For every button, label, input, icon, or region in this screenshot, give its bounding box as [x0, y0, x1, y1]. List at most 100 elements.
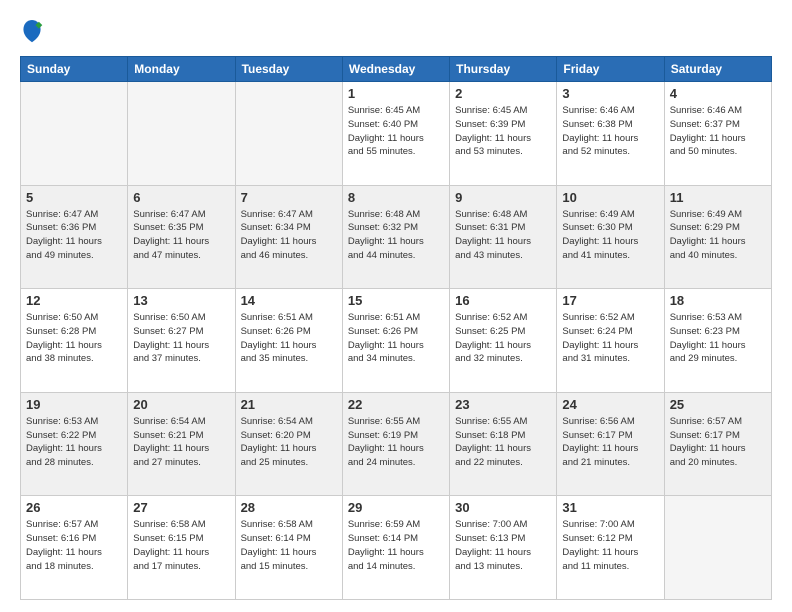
calendar-header-saturday: Saturday [664, 57, 771, 82]
calendar-cell: 13 Sunrise: 6:50 AM Sunset: 6:27 PM Dayli… [128, 289, 235, 393]
day-number: 27 [133, 500, 229, 515]
calendar-cell: 25Sunrise: 6:57 AM Sunset: 6:17 PM Dayli… [664, 392, 771, 496]
calendar-header-sunday: Sunday [21, 57, 128, 82]
calendar-header-monday: Monday [128, 57, 235, 82]
day-number: 10 [562, 190, 658, 205]
day-info: Sunrise: 6:50 AM Sunset: 6:28 PM Dayligh… [26, 311, 122, 366]
calendar-cell: 6 Sunrise: 6:47 AM Sunset: 6:35 PM Daylig… [128, 185, 235, 289]
day-number: 3 [562, 86, 658, 101]
day-number: 22 [348, 397, 444, 412]
day-info: Sunrise: 6:52 AM Sunset: 6:25 PM Dayligh… [455, 311, 551, 366]
day-info: Sunrise: 6:59 AM Sunset: 6:14 PM Dayligh… [348, 518, 444, 573]
day-number: 24 [562, 397, 658, 412]
calendar-cell: 9Sunrise: 6:48 AM Sunset: 6:31 PM Daylig… [450, 185, 557, 289]
calendar-cell: 18 Sunrise: 6:53 AM Sunset: 6:23 PM Dayli… [664, 289, 771, 393]
day-info: Sunrise: 6:51 AM Sunset: 6:26 PM Dayligh… [241, 311, 337, 366]
day-number: 18 [670, 293, 766, 308]
day-number: 31 [562, 500, 658, 515]
day-info: Sunrise: 6:57 AM Sunset: 6:16 PM Dayligh… [26, 518, 122, 573]
calendar-cell: 24 Sunrise: 6:56 AM Sunset: 6:17 PM Dayli… [557, 392, 664, 496]
day-number: 30 [455, 500, 551, 515]
page: SundayMondayTuesdayWednesdayThursdayFrid… [0, 0, 792, 612]
day-number: 26 [26, 500, 122, 515]
calendar-cell: 1 Sunrise: 6:45 AM Sunset: 6:40 PM Daylig… [342, 82, 449, 186]
calendar-cell: 31Sunrise: 7:00 AM Sunset: 6:12 PM Dayli… [557, 496, 664, 600]
day-info: Sunrise: 6:50 AM Sunset: 6:27 PM Dayligh… [133, 311, 229, 366]
calendar-cell: 8 Sunrise: 6:48 AM Sunset: 6:32 PM Daylig… [342, 185, 449, 289]
day-info: Sunrise: 6:52 AM Sunset: 6:24 PM Dayligh… [562, 311, 658, 366]
day-info: Sunrise: 6:49 AM Sunset: 6:29 PM Dayligh… [670, 208, 766, 263]
day-info: Sunrise: 6:47 AM Sunset: 6:34 PM Dayligh… [241, 208, 337, 263]
calendar-cell: 30 Sunrise: 7:00 AM Sunset: 6:13 PM Dayli… [450, 496, 557, 600]
day-info: Sunrise: 6:47 AM Sunset: 6:36 PM Dayligh… [26, 208, 122, 263]
day-info: Sunrise: 6:46 AM Sunset: 6:37 PM Dayligh… [670, 104, 766, 159]
day-number: 23 [455, 397, 551, 412]
calendar-cell: 14 Sunrise: 6:51 AM Sunset: 6:26 PM Dayli… [235, 289, 342, 393]
calendar-header-row: SundayMondayTuesdayWednesdayThursdayFrid… [21, 57, 772, 82]
calendar-week-4: 19Sunrise: 6:53 AM Sunset: 6:22 PM Dayli… [21, 392, 772, 496]
calendar-cell: 17 Sunrise: 6:52 AM Sunset: 6:24 PM Dayli… [557, 289, 664, 393]
day-number: 14 [241, 293, 337, 308]
day-number: 1 [348, 86, 444, 101]
day-info: Sunrise: 6:53 AM Sunset: 6:23 PM Dayligh… [670, 311, 766, 366]
calendar-cell: 28 Sunrise: 6:58 AM Sunset: 6:14 PM Dayli… [235, 496, 342, 600]
day-number: 9 [455, 190, 551, 205]
calendar-cell: 12 Sunrise: 6:50 AM Sunset: 6:28 PM Dayli… [21, 289, 128, 393]
calendar-cell [235, 82, 342, 186]
day-info: Sunrise: 6:54 AM Sunset: 6:21 PM Dayligh… [133, 415, 229, 470]
day-number: 2 [455, 86, 551, 101]
calendar-week-2: 5Sunrise: 6:47 AM Sunset: 6:36 PM Daylig… [21, 185, 772, 289]
day-number: 20 [133, 397, 229, 412]
logo-icon [20, 18, 44, 46]
calendar-cell: 5Sunrise: 6:47 AM Sunset: 6:36 PM Daylig… [21, 185, 128, 289]
calendar-cell: 3 Sunrise: 6:46 AM Sunset: 6:38 PM Daylig… [557, 82, 664, 186]
day-info: Sunrise: 6:55 AM Sunset: 6:19 PM Dayligh… [348, 415, 444, 470]
day-number: 28 [241, 500, 337, 515]
day-number: 15 [348, 293, 444, 308]
day-number: 12 [26, 293, 122, 308]
day-info: Sunrise: 7:00 AM Sunset: 6:13 PM Dayligh… [455, 518, 551, 573]
day-info: Sunrise: 6:49 AM Sunset: 6:30 PM Dayligh… [562, 208, 658, 263]
day-info: Sunrise: 6:53 AM Sunset: 6:22 PM Dayligh… [26, 415, 122, 470]
calendar-cell: 11Sunrise: 6:49 AM Sunset: 6:29 PM Dayli… [664, 185, 771, 289]
calendar-cell: 21 Sunrise: 6:54 AM Sunset: 6:20 PM Dayli… [235, 392, 342, 496]
header [20, 18, 772, 46]
calendar: SundayMondayTuesdayWednesdayThursdayFrid… [20, 56, 772, 600]
day-number: 29 [348, 500, 444, 515]
calendar-cell: 26 Sunrise: 6:57 AM Sunset: 6:16 PM Dayli… [21, 496, 128, 600]
day-number: 13 [133, 293, 229, 308]
day-number: 16 [455, 293, 551, 308]
day-info: Sunrise: 6:58 AM Sunset: 6:15 PM Dayligh… [133, 518, 229, 573]
calendar-header-friday: Friday [557, 57, 664, 82]
calendar-cell: 23Sunrise: 6:55 AM Sunset: 6:18 PM Dayli… [450, 392, 557, 496]
calendar-cell: 16 Sunrise: 6:52 AM Sunset: 6:25 PM Dayli… [450, 289, 557, 393]
day-info: Sunrise: 6:51 AM Sunset: 6:26 PM Dayligh… [348, 311, 444, 366]
day-info: Sunrise: 6:48 AM Sunset: 6:32 PM Dayligh… [348, 208, 444, 263]
calendar-cell: 19Sunrise: 6:53 AM Sunset: 6:22 PM Dayli… [21, 392, 128, 496]
day-number: 21 [241, 397, 337, 412]
calendar-cell: 20 Sunrise: 6:54 AM Sunset: 6:21 PM Dayli… [128, 392, 235, 496]
day-info: Sunrise: 6:45 AM Sunset: 6:39 PM Dayligh… [455, 104, 551, 159]
day-number: 8 [348, 190, 444, 205]
calendar-cell: 7Sunrise: 6:47 AM Sunset: 6:34 PM Daylig… [235, 185, 342, 289]
calendar-cell: 22 Sunrise: 6:55 AM Sunset: 6:19 PM Dayli… [342, 392, 449, 496]
day-info: Sunrise: 6:45 AM Sunset: 6:40 PM Dayligh… [348, 104, 444, 159]
calendar-cell: 10 Sunrise: 6:49 AM Sunset: 6:30 PM Dayli… [557, 185, 664, 289]
day-number: 6 [133, 190, 229, 205]
calendar-cell: 4 Sunrise: 6:46 AM Sunset: 6:37 PM Daylig… [664, 82, 771, 186]
day-info: Sunrise: 6:56 AM Sunset: 6:17 PM Dayligh… [562, 415, 658, 470]
calendar-cell [21, 82, 128, 186]
day-number: 25 [670, 397, 766, 412]
day-number: 4 [670, 86, 766, 101]
calendar-cell [664, 496, 771, 600]
day-number: 17 [562, 293, 658, 308]
logo [20, 18, 48, 46]
day-info: Sunrise: 6:47 AM Sunset: 6:35 PM Dayligh… [133, 208, 229, 263]
calendar-header-tuesday: Tuesday [235, 57, 342, 82]
calendar-cell: 15 Sunrise: 6:51 AM Sunset: 6:26 PM Dayli… [342, 289, 449, 393]
calendar-cell: 29 Sunrise: 6:59 AM Sunset: 6:14 PM Dayli… [342, 496, 449, 600]
day-info: Sunrise: 6:54 AM Sunset: 6:20 PM Dayligh… [241, 415, 337, 470]
day-info: Sunrise: 6:46 AM Sunset: 6:38 PM Dayligh… [562, 104, 658, 159]
day-info: Sunrise: 6:58 AM Sunset: 6:14 PM Dayligh… [241, 518, 337, 573]
calendar-cell [128, 82, 235, 186]
